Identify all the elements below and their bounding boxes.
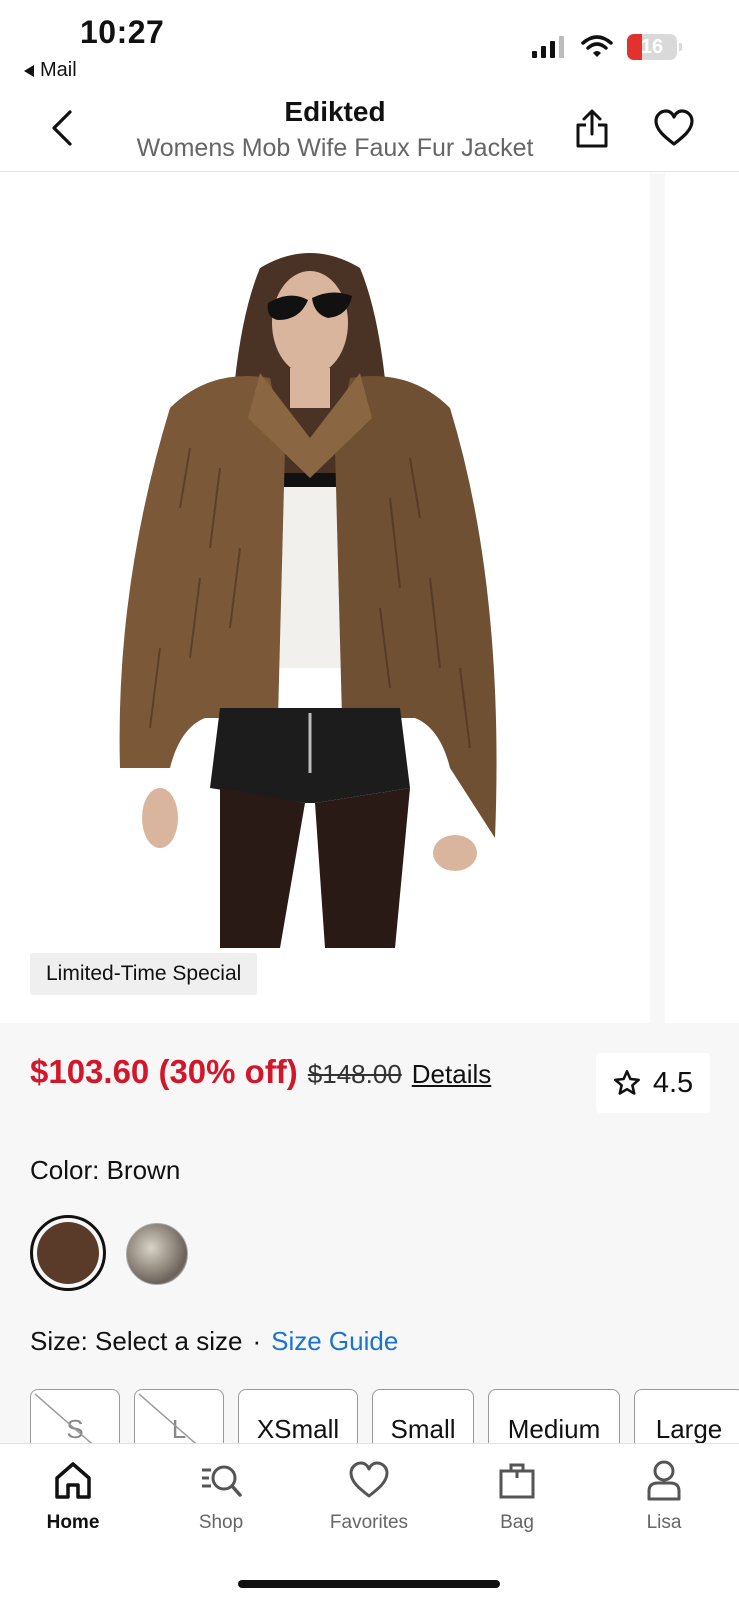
size-chip-label: Large bbox=[655, 1414, 723, 1444]
product-header: Edikted Womens Mob Wife Faux Fur Jacket bbox=[0, 88, 739, 172]
product-image-slide[interactable]: Limited-Time Special bbox=[0, 173, 650, 1023]
status-time: 10:27 bbox=[80, 14, 165, 50]
heart-icon bbox=[654, 109, 694, 146]
size-guide-link[interactable]: Size Guide bbox=[271, 1326, 398, 1357]
rating-badge[interactable]: 4.5 bbox=[596, 1053, 710, 1113]
star-icon bbox=[613, 1070, 640, 1095]
back-triangle-icon bbox=[24, 64, 34, 77]
size-chip-label: XSmall bbox=[256, 1414, 340, 1444]
product-photo bbox=[119, 253, 497, 948]
size-row: Size: Select a size · Size Guide bbox=[30, 1326, 398, 1357]
size-chip-label: Small bbox=[390, 1414, 456, 1444]
back-to-mail-link[interactable]: Mail bbox=[24, 59, 77, 82]
tab-account-label: Lisa bbox=[646, 1512, 682, 1533]
price-details-link[interactable]: Details bbox=[412, 1059, 491, 1090]
person-icon bbox=[642, 1458, 686, 1502]
product-image-carousel[interactable]: Limited-Time Special bbox=[0, 173, 739, 1023]
signal-icon bbox=[532, 36, 564, 58]
back-button[interactable] bbox=[40, 106, 84, 150]
shop-search-icon bbox=[199, 1458, 243, 1502]
status-bar: 10:27 Mail 16 bbox=[0, 0, 739, 88]
share-button[interactable] bbox=[570, 104, 614, 152]
tab-shop[interactable]: Shop bbox=[171, 1458, 271, 1548]
color-swatch-brown[interactable] bbox=[30, 1215, 106, 1291]
promo-tag: Limited-Time Special bbox=[30, 953, 258, 995]
tab-shop-label: Shop bbox=[198, 1512, 244, 1533]
size-label: Size: Select a size bbox=[30, 1326, 243, 1356]
color-swatch-grey[interactable] bbox=[126, 1223, 188, 1285]
back-chevron-icon bbox=[52, 110, 72, 146]
home-icon bbox=[51, 1458, 95, 1502]
favorite-button[interactable] bbox=[650, 104, 698, 152]
next-image-slide-peek[interactable] bbox=[665, 173, 739, 1023]
home-indicator bbox=[238, 1580, 500, 1588]
bag-icon bbox=[495, 1458, 539, 1502]
tab-account[interactable]: Lisa bbox=[614, 1458, 714, 1548]
tab-home[interactable]: Home bbox=[23, 1458, 123, 1548]
bottom-tab-bar: Home Shop Favorites Bag Lisa bbox=[0, 1443, 739, 1600]
battery-level: 16 bbox=[640, 35, 664, 58]
tab-favorites-label: Favorites bbox=[329, 1512, 409, 1533]
product-name: Womens Mob Wife Faux Fur Jacket bbox=[136, 134, 534, 162]
back-app-label: Mail bbox=[40, 59, 77, 81]
color-label: Color: Brown bbox=[30, 1155, 181, 1185]
size-separator: · bbox=[252, 1326, 262, 1356]
size-chip-label: Medium bbox=[507, 1414, 601, 1444]
product-details: $103.60 (30% off) $148.00 Details 4.5 Co… bbox=[0, 1023, 739, 1465]
wifi-icon bbox=[581, 35, 613, 57]
tab-home-label: Home bbox=[46, 1512, 100, 1533]
heart-icon bbox=[347, 1458, 391, 1502]
share-icon bbox=[576, 109, 608, 148]
battery-icon: 16 bbox=[627, 34, 682, 60]
brand-name: Edikted bbox=[284, 96, 386, 127]
header-titles: Edikted Womens Mob Wife Faux Fur Jacket bbox=[110, 96, 560, 163]
tab-bag[interactable]: Bag bbox=[467, 1458, 567, 1548]
original-price: $148.00 bbox=[307, 1059, 402, 1089]
price-row: $103.60 (30% off) $148.00 Details bbox=[30, 1053, 491, 1091]
sale-price: $103.60 (30% off) bbox=[30, 1053, 298, 1090]
tab-favorites[interactable]: Favorites bbox=[319, 1458, 419, 1548]
rating-value: 4.5 bbox=[652, 1066, 694, 1099]
status-icons: 16 bbox=[531, 34, 682, 60]
tab-bag-label: Bag bbox=[500, 1512, 534, 1533]
